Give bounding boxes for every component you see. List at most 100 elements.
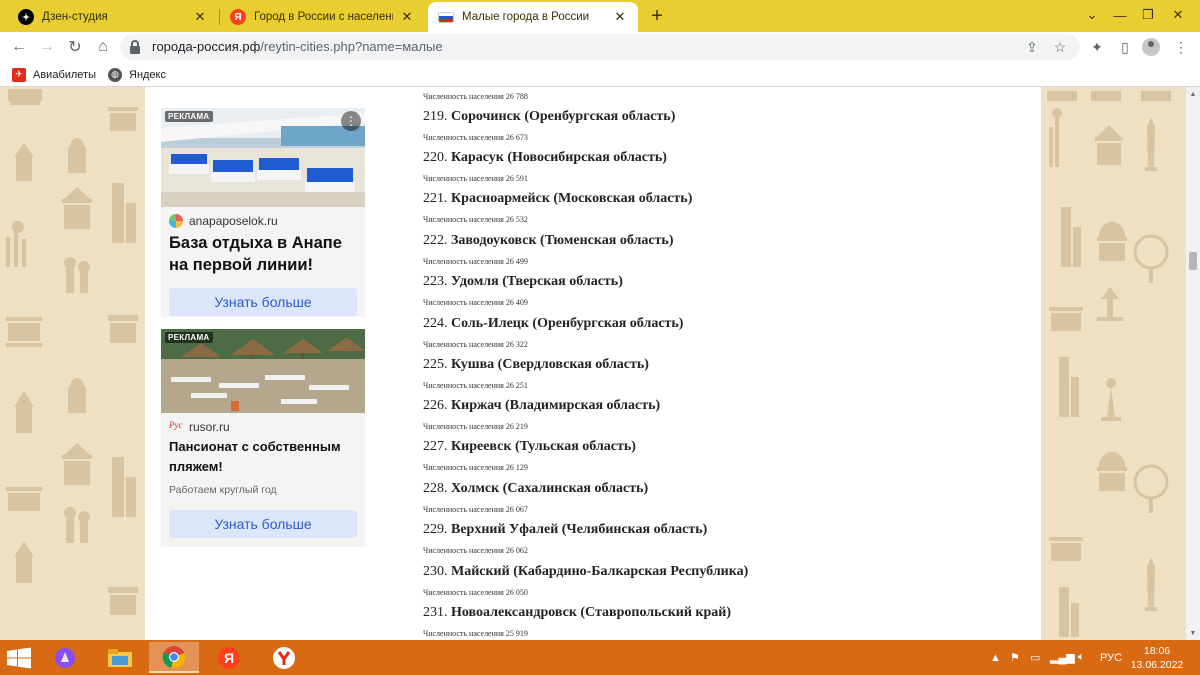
- rank-number: 219.: [423, 109, 448, 124]
- rank-number: 226.: [423, 398, 448, 413]
- list-item[interactable]: 220. Карасук (Новосибирская область): [423, 150, 667, 166]
- list-item[interactable]: 222. Заводоуковск (Тюменская область): [423, 233, 673, 249]
- language-indicator[interactable]: РУС: [1100, 640, 1122, 675]
- tab-dzen-studio[interactable]: Дзен-студия ✕: [8, 2, 218, 32]
- windows-start-icon[interactable]: [6, 647, 32, 669]
- ad-source[interactable]: anapaposelok.ru: [169, 214, 278, 228]
- address-bar[interactable]: города-россия.рф/reytin-cities.php?name=…: [120, 34, 1080, 60]
- restore-button[interactable]: ❐: [1136, 4, 1160, 26]
- windows-taskbar: Я ▲ ⚑ ▭ ▂▄▆ 🔈︎ РУС 18:06 13.06.2022: [0, 640, 1200, 675]
- rusor-logo-icon: Рус: [169, 420, 183, 430]
- city-name: Карасук (Новосибирская область): [451, 150, 667, 165]
- scroll-thumb[interactable]: [1189, 252, 1197, 270]
- extensions-icon[interactable]: ✦: [1086, 36, 1108, 58]
- file-explorer-icon[interactable]: [95, 642, 145, 673]
- bookmark-aviabilety[interactable]: ✈ Авиабилеты: [12, 66, 96, 83]
- yandex-browser-icon[interactable]: [259, 642, 309, 673]
- close-tab-icon[interactable]: ✕: [399, 9, 415, 25]
- clock-date: 13.06.2022: [1130, 659, 1184, 671]
- ad-title[interactable]: База отдыха в Анапе на первой линии!: [169, 232, 361, 276]
- population-line: Численность населения 26 129: [423, 463, 528, 472]
- ad-block[interactable]: РЕКЛАМА Рус rusor.ru Пансионат с собстве…: [161, 329, 365, 547]
- ad-image-beach-lounge[interactable]: РЕКЛАМА ⋮: [161, 108, 365, 207]
- bookmark-yandex[interactable]: ◍ Яндекс: [108, 66, 166, 83]
- side-panel-icon[interactable]: ▯: [1114, 36, 1136, 58]
- city-name: Удомля (Тверская область): [451, 274, 623, 289]
- population-line: Численность населения 26 219: [423, 422, 528, 431]
- population-label: Численность населения: [423, 463, 504, 472]
- list-item[interactable]: 229. Верхний Уфалей (Челябинская область…: [423, 522, 707, 538]
- volume-icon[interactable]: 🔈︎: [1078, 640, 1085, 675]
- population-label: Численность населения: [423, 629, 504, 638]
- page-scrollbar[interactable]: ▲ ▼: [1186, 87, 1200, 640]
- city-name: Новоалександровск (Ставропольский край): [451, 605, 732, 620]
- list-item[interactable]: 227. Киреевск (Тульская область): [423, 439, 636, 455]
- population-value: 26 050: [505, 588, 528, 597]
- yandex-app-icon[interactable]: Я: [204, 642, 254, 673]
- close-tab-icon[interactable]: ✕: [612, 9, 628, 25]
- forward-button[interactable]: →: [36, 36, 58, 58]
- learn-more-button[interactable]: Узнать больше: [169, 288, 357, 316]
- list-item[interactable]: 226. Киржач (Владимирская область): [423, 398, 660, 414]
- population-line: Численность населения 26 591: [423, 174, 528, 183]
- city-name: Майский (Кабардино-Балкарская Республика…: [451, 564, 749, 579]
- profile-avatar[interactable]: [1142, 38, 1160, 56]
- ad-badge: РЕКЛАМА: [165, 111, 213, 122]
- close-tab-icon[interactable]: ✕: [192, 9, 208, 25]
- flag-tray-icon[interactable]: ⚑: [1010, 640, 1020, 675]
- population-value: 26 788: [505, 92, 528, 101]
- population-value: 26 409: [505, 298, 528, 307]
- tab-search-icon[interactable]: ⌄: [1080, 4, 1104, 26]
- list-item[interactable]: 224. Соль-Илецк (Оренбургская область): [423, 316, 683, 332]
- alice-assistant-icon[interactable]: [40, 642, 90, 673]
- ad-title[interactable]: Пансионат с собственным пляжем!: [169, 437, 361, 477]
- city-name: Заводоуковск (Тюменская область): [451, 233, 674, 248]
- list-item[interactable]: 228. Холмск (Сахалинская область): [423, 481, 648, 497]
- list-item[interactable]: 230. Майский (Кабардино-Балкарская Респу…: [423, 564, 748, 580]
- population-value: 26 499: [505, 257, 528, 266]
- clock-time: 18:06: [1143, 645, 1171, 657]
- population-label: Численность населения: [423, 257, 504, 266]
- chrome-icon[interactable]: [149, 642, 199, 673]
- svg-text:Я: Я: [224, 650, 234, 666]
- tab-small-towns[interactable]: Малые города в России ✕: [428, 2, 638, 32]
- lock-icon[interactable]: [130, 40, 140, 54]
- population-line: Численность населения 26 067: [423, 505, 528, 514]
- rank-number: 223.: [423, 274, 448, 289]
- battery-icon[interactable]: ▭: [1030, 640, 1040, 675]
- flag-icon: [438, 11, 454, 23]
- page-viewport: РЕКЛАМА ⋮ anapaposelok.ru База отдыха в …: [0, 87, 1186, 640]
- clock[interactable]: 18:06 13.06.2022: [1122, 644, 1192, 672]
- share-icon[interactable]: ⇪: [1022, 37, 1042, 57]
- main-content: РЕКЛАМА ⋮ anapaposelok.ru База отдыха в …: [145, 87, 1041, 640]
- bookmark-star-icon[interactable]: ☆: [1050, 37, 1070, 57]
- tab-city-search[interactable]: Я Город в России с населением 26 ✕: [220, 2, 425, 32]
- ad-menu-icon[interactable]: ⋮: [341, 111, 361, 131]
- list-item[interactable]: 221. Красноармейск (Московская область): [423, 191, 692, 207]
- reload-button[interactable]: ↻: [64, 36, 86, 58]
- signal-icon[interactable]: ▂▄▆: [1050, 640, 1075, 675]
- ad-image-pebble-beach[interactable]: РЕКЛАМА: [161, 329, 365, 413]
- show-hidden-icons[interactable]: ▲: [990, 640, 1001, 675]
- close-window-button[interactable]: ✕: [1166, 4, 1190, 26]
- new-tab-button[interactable]: +: [646, 5, 668, 27]
- back-button[interactable]: ←: [8, 36, 30, 58]
- list-item[interactable]: 231. Новоалександровск (Ставропольский к…: [423, 605, 731, 621]
- home-button[interactable]: ⌂: [92, 36, 114, 58]
- rank-number: 231.: [423, 605, 448, 620]
- decorative-pattern-left: [0, 87, 145, 640]
- city-silhouettes-pattern: [6, 89, 138, 615]
- list-item[interactable]: 219. Сорочинск (Оренбургская область): [423, 109, 675, 125]
- list-item[interactable]: 225. Кушва (Свердловская область): [423, 357, 649, 373]
- rank-number: 228.: [423, 481, 448, 496]
- menu-kebab-icon[interactable]: ⋮: [1170, 36, 1192, 58]
- list-item[interactable]: 223. Удомля (Тверская область): [423, 274, 623, 290]
- scroll-down-arrow-icon[interactable]: ▼: [1186, 626, 1200, 640]
- population-line: Численность населения 26 499: [423, 257, 528, 266]
- plane-icon: ✈: [12, 67, 26, 82]
- ad-source[interactable]: Рус rusor.ru: [169, 420, 230, 434]
- learn-more-button[interactable]: Узнать больше: [169, 510, 357, 538]
- ad-block[interactable]: РЕКЛАМА ⋮ anapaposelok.ru База отдыха в …: [161, 108, 365, 317]
- minimize-button[interactable]: —: [1108, 4, 1132, 26]
- scroll-up-arrow-icon[interactable]: ▲: [1186, 87, 1200, 101]
